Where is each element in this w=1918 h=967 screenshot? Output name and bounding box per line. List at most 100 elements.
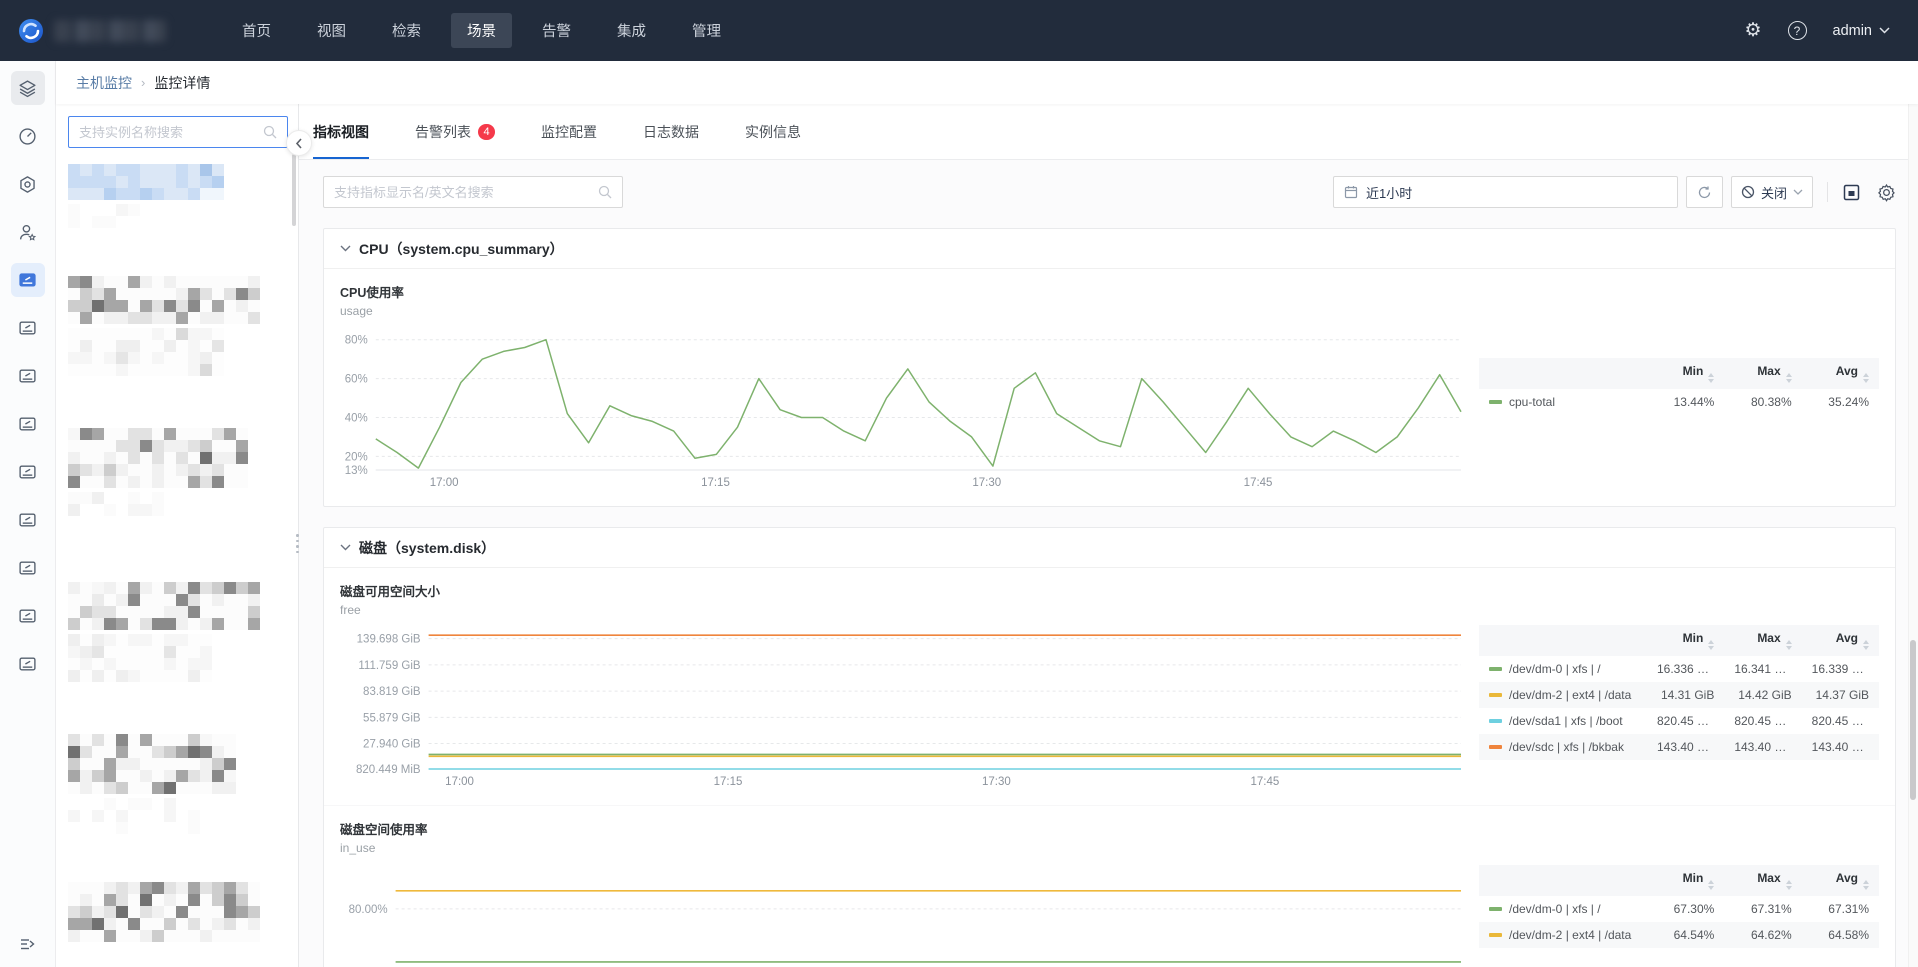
- redacted-instance-item[interactable]: [68, 276, 288, 376]
- menu-item-admin[interactable]: 管理: [676, 13, 737, 48]
- svg-text:17:45: 17:45: [1250, 776, 1279, 788]
- metric-search-input[interactable]: [334, 185, 598, 200]
- rail-item-layers[interactable]: [11, 71, 45, 105]
- tab-instance-info[interactable]: 实例信息: [745, 104, 801, 159]
- instance-search-input[interactable]: [79, 125, 263, 140]
- refresh-button[interactable]: [1686, 176, 1723, 208]
- brand-logo[interactable]: [18, 18, 208, 44]
- cpu-usage-chart[interactable]: 80%60%40%20%13%17:0017:1517:3017:45: [340, 322, 1469, 494]
- tab-monitor-config[interactable]: 监控配置: [541, 104, 597, 159]
- ban-icon: [1741, 185, 1755, 199]
- rail-item-host-monitoring[interactable]: [11, 263, 45, 297]
- rail-item-scene-7[interactable]: [11, 599, 45, 633]
- collapse-panel-button[interactable]: [286, 130, 312, 156]
- tab-alert-list[interactable]: 告警列表 4: [415, 104, 495, 159]
- rail-item-scene-8[interactable]: [11, 647, 45, 681]
- breadcrumb-parent[interactable]: 主机监控: [76, 73, 132, 93]
- monitor-icon: [18, 415, 37, 434]
- menu-item-integrations[interactable]: 集成: [601, 13, 662, 48]
- refresh-icon: [1697, 185, 1712, 200]
- legend-sort-header[interactable]: Min: [1647, 865, 1724, 896]
- redacted-instance-item[interactable]: [68, 428, 288, 528]
- rail-item-scene-1[interactable]: [11, 311, 45, 345]
- legend-row[interactable]: /dev/dm-0 | xfs | /67.30%67.31%67.31%: [1479, 896, 1879, 922]
- disk-free-legend: MinMaxAvg/dev/dm-0 | xfs | /16.336 GiB16…: [1479, 621, 1879, 793]
- page-scrollbar-thumb[interactable]: [1910, 640, 1916, 800]
- rail-item-scene-3[interactable]: [11, 407, 45, 441]
- legend-row[interactable]: /dev/dm-2 | ext4 | /data64.54%64.62%64.5…: [1479, 922, 1879, 948]
- disk-in-use-legend: MinMaxAvg/dev/dm-0 | xfs | /67.30%67.31%…: [1479, 859, 1879, 967]
- breadcrumb-separator: ›: [141, 75, 145, 90]
- help-icon[interactable]: ?: [1788, 21, 1807, 40]
- chevron-down-icon: [1879, 27, 1890, 34]
- legend-sort-header[interactable]: Avg: [1802, 865, 1879, 896]
- menu-item-scenes[interactable]: 场景: [451, 13, 512, 48]
- monitor-icon: [18, 367, 37, 386]
- svg-text:17:30: 17:30: [972, 477, 1001, 489]
- chevron-down-icon: [340, 544, 351, 551]
- menu-item-explore[interactable]: 检索: [376, 13, 437, 48]
- monitor-icon: [18, 559, 37, 578]
- brand-name-redacted: [54, 20, 166, 42]
- legend-row[interactable]: /dev/sdc | xfs | /bkbak143.40 GiB143.40 …: [1479, 734, 1879, 760]
- layout-button[interactable]: [1842, 183, 1861, 202]
- panel-resize-handle[interactable]: [296, 534, 299, 553]
- legend-sort-header[interactable]: Min: [1647, 625, 1724, 656]
- chart-metric-name: free: [340, 603, 1879, 617]
- legend-sort-header[interactable]: Max: [1724, 865, 1801, 896]
- toolbar-divider: [1827, 182, 1828, 202]
- logo-icon: [18, 18, 44, 44]
- cpu-section-header[interactable]: CPU（system.cpu_summary）: [324, 229, 1895, 269]
- metric-toolbar: 近1小时 关闭: [323, 176, 1896, 208]
- instance-list-scrollbar[interactable]: [292, 154, 296, 226]
- menu-item-alerts[interactable]: 告警: [526, 13, 587, 48]
- redacted-instance-item[interactable]: [68, 734, 288, 834]
- redacted-instance-item[interactable]: [68, 582, 288, 682]
- rail-item-services[interactable]: [11, 167, 45, 201]
- disk-free-chart[interactable]: 139.698 GiB111.759 GiB83.819 GiB55.879 G…: [340, 621, 1469, 793]
- metric-view-body: 近1小时 关闭: [299, 160, 1918, 967]
- rail-item-user-star[interactable]: [11, 215, 45, 249]
- tab-log-data[interactable]: 日志数据: [643, 104, 699, 159]
- redacted-instance-item[interactable]: [68, 164, 288, 228]
- rail-item-scene-6[interactable]: [11, 551, 45, 585]
- svg-text:80.00%: 80.00%: [349, 904, 388, 916]
- menu-item-home[interactable]: 首页: [226, 13, 287, 48]
- instance-search-box: [68, 116, 288, 148]
- chart-title: CPU使用率: [340, 282, 1879, 301]
- time-range-value: 近1小时: [1366, 183, 1412, 202]
- legend-sort-header[interactable]: Avg: [1802, 625, 1879, 656]
- cpu-usage-panel: CPU使用率 usage 80%60%40%20%13%17:0017:1517…: [324, 269, 1895, 506]
- collapse-sidebar-icon[interactable]: [18, 935, 38, 953]
- legend-sort-header[interactable]: Max: [1724, 358, 1801, 389]
- chart-title: 磁盘可用空间大小: [340, 581, 1879, 600]
- disk-section-title: 磁盘（system.disk）: [359, 538, 495, 558]
- menu-item-views[interactable]: 视图: [301, 13, 362, 48]
- legend-sort-header[interactable]: Min: [1647, 358, 1724, 389]
- legend-sort-header[interactable]: Max: [1724, 625, 1801, 656]
- legend-sort-header[interactable]: Avg: [1802, 358, 1879, 389]
- legend-row[interactable]: cpu-total13.44%80.38%35.24%: [1479, 389, 1879, 415]
- cpu-section-title: CPU（system.cpu_summary）: [359, 239, 564, 259]
- refresh-interval-select[interactable]: 关闭: [1731, 176, 1813, 208]
- disk-in-use-chart[interactable]: 80.00%60.00%: [340, 859, 1469, 967]
- legend-row[interactable]: /dev/sda1 | xfs | /boot820.45 MiB820.45 …: [1479, 708, 1879, 734]
- legend-row[interactable]: /dev/dm-0 | xfs | /16.336 GiB16.341 GiB1…: [1479, 656, 1879, 682]
- rail-item-scene-2[interactable]: [11, 359, 45, 393]
- user-menu[interactable]: admin: [1833, 23, 1891, 39]
- redacted-instance-item[interactable]: [68, 882, 288, 942]
- monitor-icon: [18, 655, 37, 674]
- alert-count-badge: 4: [478, 124, 495, 140]
- rail-item-scene-5[interactable]: [11, 503, 45, 537]
- legend-row[interactable]: /dev/dm-2 | ext4 | /data14.31 GiB14.42 G…: [1479, 682, 1879, 708]
- tab-metric-view[interactable]: 指标视图: [313, 104, 369, 159]
- scene-icon-rail: [0, 61, 56, 967]
- rail-item-dashboard[interactable]: [11, 119, 45, 153]
- disk-section-header[interactable]: 磁盘（system.disk）: [324, 528, 1895, 568]
- chart-settings-button[interactable]: [1877, 183, 1896, 202]
- svg-text:80%: 80%: [345, 335, 368, 347]
- svg-text:17:15: 17:15: [714, 776, 743, 788]
- time-range-picker[interactable]: 近1小时: [1333, 176, 1678, 208]
- rail-item-scene-4[interactable]: [11, 455, 45, 489]
- settings-gear-icon[interactable]: ⚙: [1744, 21, 1761, 40]
